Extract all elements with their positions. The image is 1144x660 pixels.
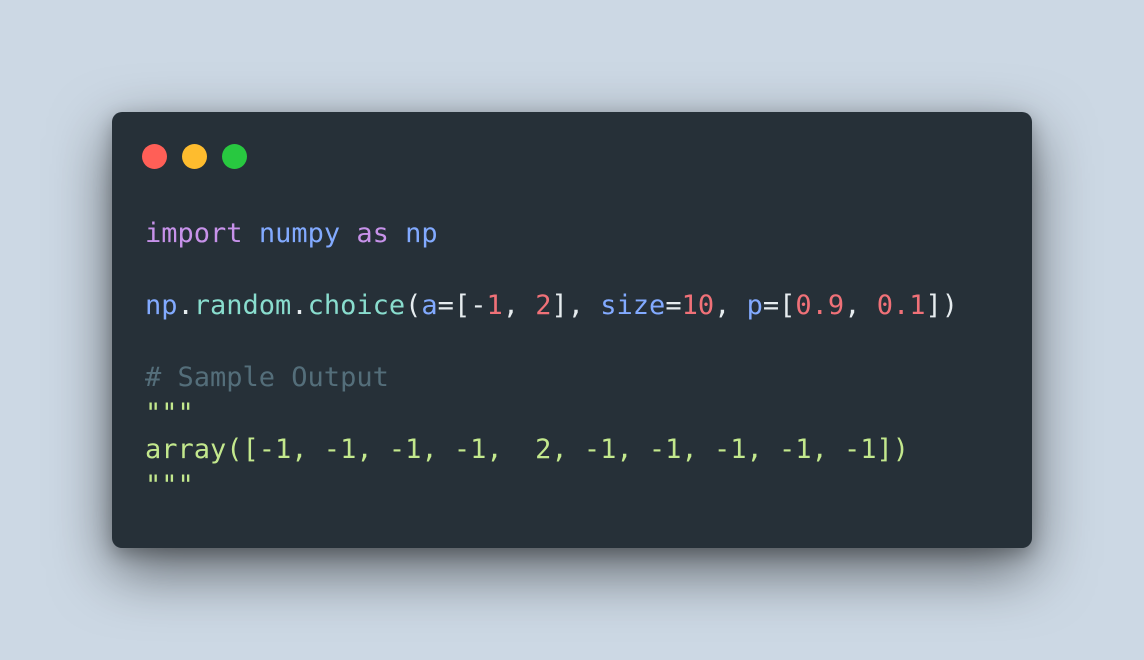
punct-paren: (: [405, 290, 422, 321]
method-choice: choice: [307, 290, 406, 321]
number-literal: 10: [681, 290, 715, 321]
code-block: import numpy as np np.random.choice(a=[-1…: [145, 216, 958, 504]
module-alias: np: [405, 218, 438, 249]
punct-eq: =: [665, 290, 682, 321]
number-literal: 1: [486, 290, 503, 321]
punct-comma: ,: [714, 290, 747, 321]
punct-bracket: [-: [453, 290, 487, 321]
docstring-close: """: [145, 470, 194, 501]
number-literal: 2: [535, 290, 552, 321]
arg-p: p: [746, 290, 763, 321]
punct-dot: .: [291, 290, 308, 321]
code-comment: # Sample Output: [145, 362, 389, 393]
code-line-choice: np.random.choice(a=[-1, 2], size=10, p=[…: [145, 288, 958, 324]
minimize-dot-icon[interactable]: [182, 144, 207, 169]
punct-bracket: [: [779, 290, 796, 321]
code-line-import: import numpy as np: [145, 216, 958, 252]
keyword-as: as: [356, 218, 389, 249]
keyword-import: import: [145, 218, 243, 249]
object-np: np: [145, 290, 178, 321]
number-literal: 0.1: [876, 290, 926, 321]
arg-size: size: [600, 290, 666, 321]
attr-random: random: [193, 290, 292, 321]
punct-comma: ,: [502, 290, 536, 321]
code-window: import numpy as np np.random.choice(a=[-1…: [112, 112, 1032, 548]
punct-eq: =: [762, 290, 780, 321]
arg-a: a: [421, 290, 438, 321]
close-dot-icon[interactable]: [142, 144, 167, 169]
punct-dot: .: [177, 290, 194, 321]
maximize-dot-icon[interactable]: [222, 144, 247, 169]
sample-output: array([-1, -1, -1, -1, 2, -1, -1, -1, -1…: [145, 434, 910, 465]
number-literal: 0.9: [795, 290, 845, 321]
punct-comma: ,: [844, 290, 877, 321]
punct-eq: =: [437, 290, 454, 321]
window-controls: [142, 144, 247, 169]
punct-bracket: ],: [551, 290, 601, 321]
module-name: numpy: [258, 218, 341, 249]
punct-close: ]): [925, 290, 958, 321]
docstring-open: """: [145, 398, 194, 429]
